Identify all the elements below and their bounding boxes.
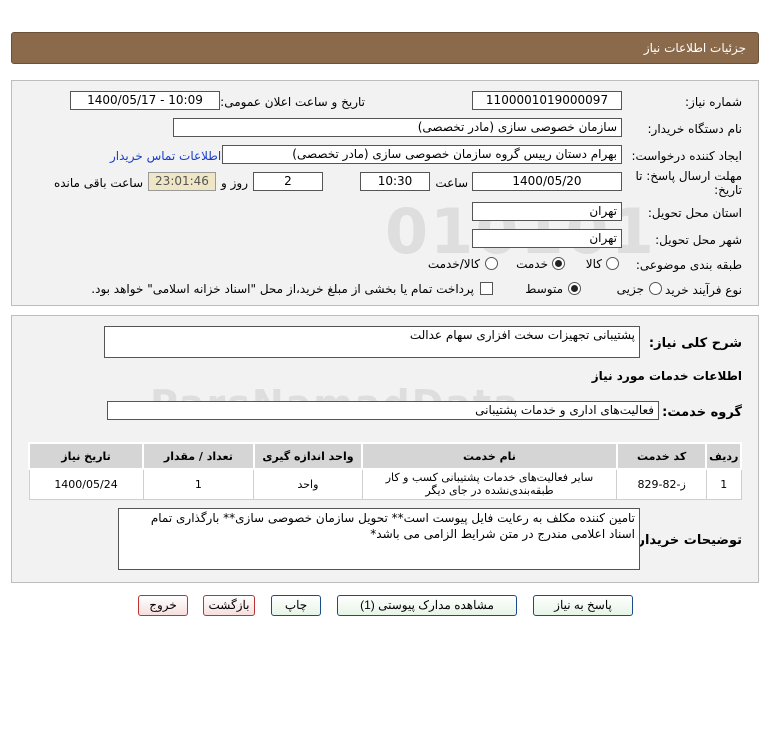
buyer-notes-field: تامین کننده مکلف به رعایت فایل پیوست است… — [118, 508, 640, 570]
process-minor-label: جزیی — [616, 282, 644, 296]
province-field: تهران — [472, 202, 622, 221]
service-code-cell: ز-82-829 — [616, 468, 707, 500]
col-date-header: تاریخ نیاز — [27, 442, 145, 470]
service-name-cell: سایر فعالیت‌های خدمات پشتیبانی کسب و کار… — [361, 468, 618, 500]
service-name-line-2: طبقه‌بندی‌نشده در جای دیگر — [425, 484, 554, 498]
deadline-label: مهلت ارسال پاسخ: تا — [635, 169, 742, 183]
process-type-label: نوع فرآیند خرید : — [657, 283, 742, 297]
exit-button[interactable]: خروج — [138, 595, 188, 616]
city-field: تهران — [472, 229, 622, 248]
city-label: شهر محل تحویل: — [655, 233, 742, 247]
page-header: جزئیات اطلاعات نیاز — [11, 32, 759, 64]
province-label: استان محل تحویل: — [647, 206, 742, 220]
buyer-contact-link[interactable]: اطلاعات تماس خریدار — [110, 149, 221, 163]
buyer-org-field: سازمان خصوصی سازی (مادر تخصصی) — [173, 118, 622, 137]
table-header-row: ردیف کد خدمت نام خدمت واحد اندازه گیری ت… — [27, 442, 742, 470]
creator-field: بهرام دستان رییس گروه سازمان خصوصی سازی … — [222, 145, 622, 164]
col-code-header: کد خدمت — [615, 442, 708, 470]
back-button[interactable]: بازگشت — [203, 595, 255, 616]
summary-label: شرح کلی نیاز: — [648, 336, 742, 351]
treasury-payment-checkbox[interactable] — [480, 282, 493, 295]
service-group-field: فعالیت‌های اداری و خدمات پشتیبانی — [107, 401, 659, 420]
need-number-field: 1100001019000097 — [472, 91, 622, 110]
col-qty-header: تعداد / مقدار — [142, 442, 255, 470]
attachments-button[interactable]: مشاهده مدارک پیوستی (1) — [337, 595, 517, 616]
category-goods-service-radio[interactable] — [485, 257, 498, 270]
category-goods-radio[interactable] — [606, 257, 619, 270]
remaining-time-label: ساعت باقی مانده — [53, 176, 143, 190]
process-medium-radio[interactable] — [568, 282, 581, 295]
services-table: ردیف کد خدمت نام خدمت واحد اندازه گیری ت… — [27, 442, 742, 500]
summary-field: پشتیبانی تجهیزات سخت افزاری سهام عدالت — [104, 326, 640, 358]
table-row: 1 ز-82-829 سایر فعالیت‌های خدمات پشتیبان… — [28, 468, 742, 500]
services-section-title: اطلاعات خدمات مورد نیاز — [591, 369, 742, 383]
page-title: جزئیات اطلاعات نیاز — [643, 41, 746, 55]
days-remaining-field: 2 — [253, 172, 323, 191]
deadline-time-label: ساعت — [435, 176, 468, 190]
col-name-header: نام خدمت — [361, 442, 618, 470]
buyer-org-label: نام دستگاه خریدار: — [647, 122, 743, 136]
need-number-label: شماره نیاز: — [685, 95, 742, 109]
days-label: روز و — [221, 176, 248, 190]
category-goods-label: کالا — [585, 257, 602, 271]
process-minor-radio[interactable] — [649, 282, 662, 295]
creator-label: ایجاد کننده درخواست: — [631, 149, 742, 163]
deadline-date-label: تاریخ: — [714, 183, 742, 197]
need-date-cell: 1400/05/24 — [28, 468, 144, 500]
deadline-date-field: 1400/05/20 — [472, 172, 622, 191]
category-goods-service-label: کالا/خدمت — [427, 257, 480, 271]
category-service-label: خدمت — [516, 257, 548, 271]
quantity-cell: 1 — [142, 468, 255, 500]
reply-button[interactable]: پاسخ به نیاز — [533, 595, 633, 616]
process-medium-label: متوسط — [525, 282, 563, 296]
unit-cell: واحد — [253, 468, 363, 500]
buyer-notes-label: توضیحات خریدار: — [632, 533, 742, 548]
announce-label: تاریخ و ساعت اعلان عمومی: — [220, 95, 365, 109]
service-name-line-1: سایر فعالیت‌های خدمات پشتیبانی کسب و کار — [385, 471, 594, 485]
request-info-panel — [11, 80, 759, 306]
category-service-radio[interactable] — [552, 257, 565, 270]
service-group-label: گروه خدمت: — [662, 405, 742, 420]
deadline-time-field: 10:30 — [360, 172, 430, 191]
row-number-cell: 1 — [705, 468, 742, 500]
col-row-header: ردیف — [705, 442, 742, 470]
remaining-time-field: 23:01:46 — [148, 172, 216, 191]
announce-datetime-field: 1400/05/17 - 10:09 — [70, 91, 220, 110]
col-unit-header: واحد اندازه گیری — [252, 442, 364, 470]
treasury-payment-note: پرداخت تمام یا بخشی از مبلغ خرید،از محل … — [91, 282, 474, 296]
print-button[interactable]: چاپ — [271, 595, 321, 616]
category-label: طبقه بندی موضوعی: — [635, 258, 742, 272]
